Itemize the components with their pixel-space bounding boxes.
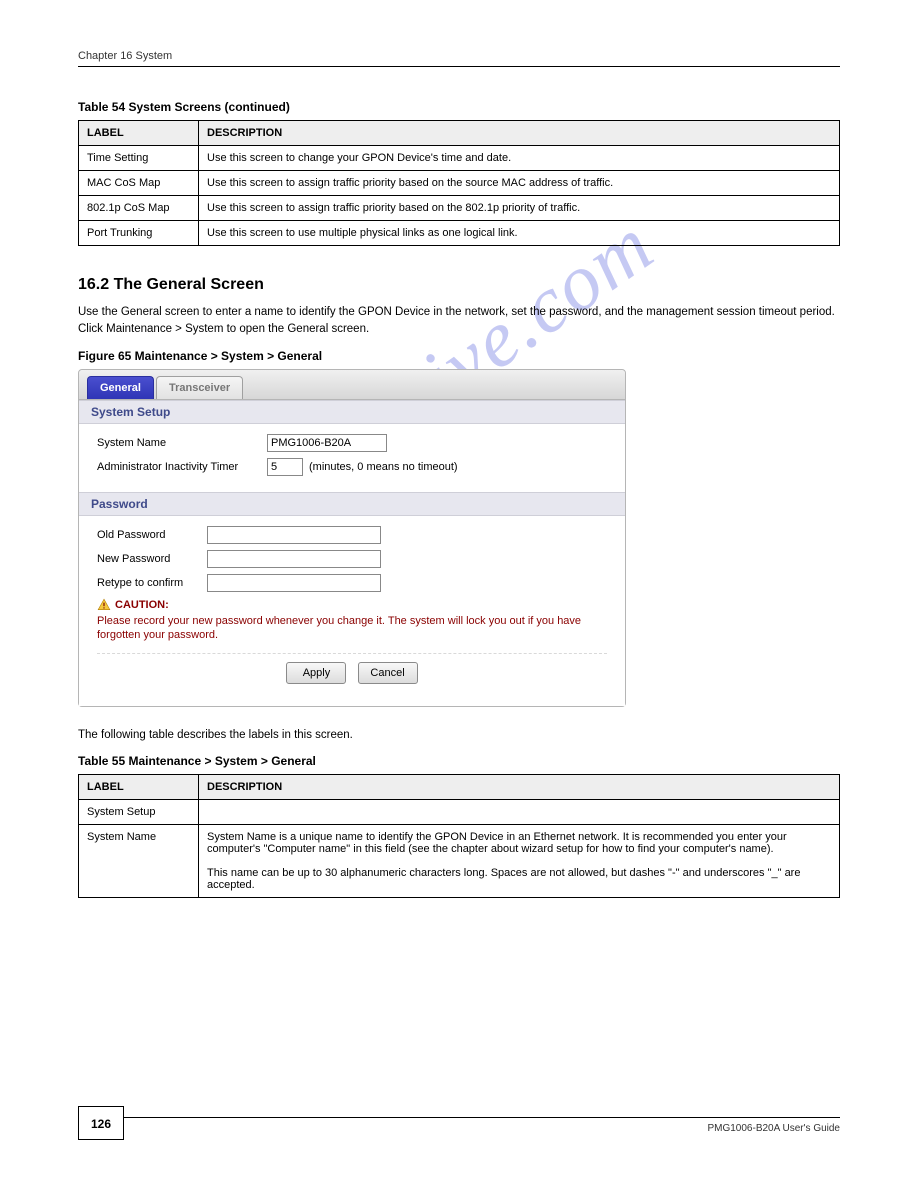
- table-row: Port Trunking Use this screen to use mul…: [79, 221, 840, 246]
- section-text: Use the General screen to enter a name t…: [78, 304, 840, 339]
- table-cell-desc: System Name is a unique name to identify…: [199, 825, 840, 898]
- table1-caption: Table 54 System Screens (continued): [78, 100, 840, 114]
- table-cell-desc: Use this screen to change your GPON Devi…: [199, 146, 840, 171]
- table2: LABEL DESCRIPTION System Setup System Na…: [78, 774, 840, 898]
- new-password-input[interactable]: [207, 550, 381, 568]
- table-cell-desc: Use this screen to use multiple physical…: [199, 221, 840, 246]
- cancel-button[interactable]: Cancel: [358, 662, 418, 684]
- caution-heading: CAUTION:: [97, 598, 607, 612]
- table-row: MAC CoS Map Use this screen to assign tr…: [79, 171, 840, 196]
- page-number: 126: [78, 1106, 124, 1140]
- system-name-input[interactable]: [267, 434, 387, 452]
- new-password-label: New Password: [97, 553, 207, 565]
- tab-bar: General Transceiver: [79, 370, 625, 400]
- table-cell-label: System Setup: [79, 800, 199, 825]
- inactivity-timer-label: Administrator Inactivity Timer: [97, 461, 267, 473]
- warning-icon: [97, 598, 111, 612]
- caution-label: CAUTION:: [115, 599, 169, 611]
- retype-password-input[interactable]: [207, 574, 381, 592]
- section-heading: 16.2 The General Screen: [78, 276, 840, 294]
- table-cell-label: Port Trunking: [79, 221, 199, 246]
- app-panel: General Transceiver System Setup System …: [78, 369, 626, 708]
- inactivity-timer-input[interactable]: [267, 458, 303, 476]
- table-cell-label: System Name: [79, 825, 199, 898]
- inactivity-timer-hint: (minutes, 0 means no timeout): [309, 461, 458, 473]
- table2-hdr-desc: DESCRIPTION: [199, 775, 840, 800]
- figure-caption: Figure 65 Maintenance > System > General: [78, 349, 840, 363]
- table1-hdr-desc: DESCRIPTION: [199, 121, 840, 146]
- page-header: Chapter 16 System: [78, 50, 840, 67]
- retype-password-label: Retype to confirm: [97, 577, 207, 589]
- tab-general[interactable]: General: [87, 376, 154, 399]
- table-row: 802.1p CoS Map Use this screen to assign…: [79, 196, 840, 221]
- table2-intro: The following table describes the labels…: [78, 727, 840, 744]
- table1-hdr-label: LABEL: [79, 121, 199, 146]
- old-password-input[interactable]: [207, 526, 381, 544]
- table1: LABEL DESCRIPTION Time Setting Use this …: [78, 120, 840, 246]
- table2-caption: Table 55 Maintenance > System > General: [78, 754, 840, 768]
- table-row: System Name System Name is a unique name…: [79, 825, 840, 898]
- table-row: System Setup: [79, 800, 840, 825]
- page-header-left: Chapter 16 System: [78, 50, 172, 62]
- group-title-system-setup: System Setup: [79, 400, 625, 424]
- apply-button[interactable]: Apply: [286, 662, 346, 684]
- caution-message: Please record your new password whenever…: [97, 614, 607, 644]
- tab-transceiver[interactable]: Transceiver: [156, 376, 243, 399]
- table-cell-label: MAC CoS Map: [79, 171, 199, 196]
- table-cell-desc: Use this screen to assign traffic priori…: [199, 196, 840, 221]
- table-row: Time Setting Use this screen to change y…: [79, 146, 840, 171]
- table2-hdr-label: LABEL: [79, 775, 199, 800]
- table-cell-label: 802.1p CoS Map: [79, 196, 199, 221]
- system-name-label: System Name: [97, 437, 267, 449]
- table-cell-desc: Use this screen to assign traffic priori…: [199, 171, 840, 196]
- footer-rule: [78, 1117, 840, 1118]
- old-password-label: Old Password: [97, 529, 207, 541]
- footer-right: PMG1006-B20A User's Guide: [707, 1123, 840, 1134]
- table-cell-desc: [199, 800, 840, 825]
- group-title-password: Password: [79, 492, 625, 516]
- table-cell-label: Time Setting: [79, 146, 199, 171]
